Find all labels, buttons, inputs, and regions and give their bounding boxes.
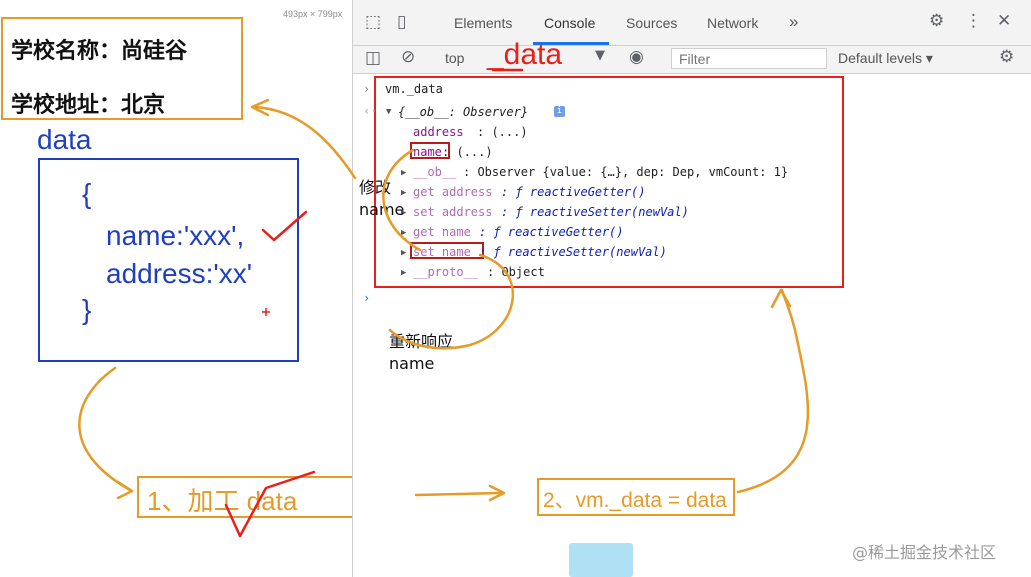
- code-brace-close: }: [82, 294, 92, 325]
- live-expression-eye-icon[interactable]: ◉: [629, 47, 644, 67]
- filter-input[interactable]: [671, 48, 827, 69]
- tab-console[interactable]: Console: [544, 15, 595, 31]
- log-levels-dropdown[interactable]: Default levels ▾: [838, 50, 933, 67]
- watermark-text: @稀土掘金技术社区: [852, 543, 997, 562]
- page-preview: 493px × 799px 学校名称：尚硅谷 学校地址：北京 data { na…: [0, 0, 401, 577]
- tab-sources[interactable]: Sources: [626, 15, 677, 31]
- prop-ob[interactable]: __ob__: [413, 165, 456, 179]
- prop-get-name[interactable]: get name: [413, 225, 471, 239]
- prop-set-name-value: : ƒ reactiveSetter(newVal): [479, 245, 667, 259]
- console-toolbar: ◫ ⊘ top ▼ ◉ Default levels ▾ ⚙: [353, 46, 1031, 74]
- inspect-element-icon[interactable]: ⬚: [365, 12, 381, 32]
- expand-result-icon[interactable]: ▼: [386, 107, 391, 117]
- expand-get-address-icon[interactable]: ▶: [401, 188, 406, 198]
- prop-set-name[interactable]: set name: [413, 245, 471, 259]
- expand-get-name-icon[interactable]: ▶: [401, 228, 406, 238]
- expand-ob-icon[interactable]: ▶: [401, 168, 406, 178]
- prop-name[interactable]: name: [413, 145, 442, 159]
- prop-set-address[interactable]: set address: [413, 205, 492, 219]
- clear-console-icon[interactable]: ⊘: [401, 47, 415, 67]
- context-selector[interactable]: top: [445, 50, 464, 66]
- school-address-text: 学校地址：北京: [11, 93, 166, 118]
- info-icon[interactable]: i: [554, 104, 565, 118]
- tab-network[interactable]: Network: [707, 15, 758, 31]
- console-input-text: vm._data: [385, 82, 443, 96]
- console-result-prompt: ‹·: [363, 104, 378, 118]
- partial-blue-button[interactable]: [569, 543, 633, 577]
- data-object-box: { name:'xxx', address:'xx' }: [38, 158, 299, 362]
- step2-text: 2、vm._data = data: [543, 489, 727, 512]
- school-name-text: 学校名称：尚硅谷: [11, 39, 188, 64]
- expand-proto-icon[interactable]: ▶: [401, 268, 406, 278]
- code-brace-open: {: [82, 178, 92, 209]
- step2-annotation-box: 2、vm._data = data: [537, 478, 735, 516]
- prop-ob-value: : Observer {value: {…}, dep: Dep, vmCoun…: [463, 165, 789, 179]
- expand-set-name-icon[interactable]: ▶: [401, 248, 406, 258]
- prop-get-address-value: : ƒ reactiveGetter(): [501, 185, 646, 199]
- settings-gear-icon[interactable]: ⚙: [929, 11, 944, 31]
- data-title-annotation: _data: [487, 38, 563, 71]
- page-size-readout: 493px × 799px: [283, 9, 343, 19]
- step1-text: 1、加工 data: [147, 486, 298, 516]
- devtools-tabbar: ⬚ ▯ Elements Console Sources Network » ⚙…: [353, 0, 1031, 46]
- prop-address-value: : (...): [477, 125, 528, 139]
- close-devtools-icon[interactable]: ✕: [997, 11, 1011, 31]
- context-dropdown-icon[interactable]: ▼: [595, 48, 605, 63]
- result-header[interactable]: {__ob__: Observer}: [398, 105, 528, 119]
- prop-proto[interactable]: __proto__: [413, 265, 478, 279]
- prop-set-address-value: : ƒ reactiveSetter(newVal): [501, 205, 689, 219]
- modify-annotation-line2: name: [359, 200, 405, 219]
- respond-annotation-line2: name: [389, 354, 435, 373]
- school-info-box: 学校名称：尚硅谷 学校地址：北京: [1, 17, 243, 120]
- prop-name-value: : (...): [442, 145, 493, 159]
- prop-address[interactable]: address: [413, 125, 464, 139]
- respond-annotation-line1: 重新响应: [389, 332, 454, 351]
- console-input-prompt: ›: [363, 82, 371, 96]
- devtools-panel: ⬚ ▯ Elements Console Sources Network » ⚙…: [352, 0, 1031, 577]
- data-label: data: [37, 124, 92, 155]
- more-options-icon[interactable]: ⋮: [965, 11, 982, 31]
- device-toolbar-icon[interactable]: ▯: [397, 12, 406, 32]
- prop-get-address[interactable]: get address: [413, 185, 492, 199]
- show-sidebar-icon[interactable]: ◫: [365, 48, 381, 68]
- code-name-line: name:'xxx',: [106, 220, 245, 251]
- info-badge: i: [554, 106, 565, 117]
- code-address-line: address:'xx': [106, 258, 253, 289]
- prop-proto-value: : Object: [487, 265, 545, 279]
- tab-elements[interactable]: Elements: [454, 15, 512, 31]
- console-next-prompt[interactable]: ›: [363, 291, 370, 305]
- prop-get-name-value: : ƒ reactiveGetter(): [479, 225, 624, 239]
- modify-annotation-line1: 修改: [359, 178, 392, 197]
- console-settings-gear-icon[interactable]: ⚙: [999, 47, 1014, 67]
- more-tabs-button[interactable]: »: [789, 12, 798, 32]
